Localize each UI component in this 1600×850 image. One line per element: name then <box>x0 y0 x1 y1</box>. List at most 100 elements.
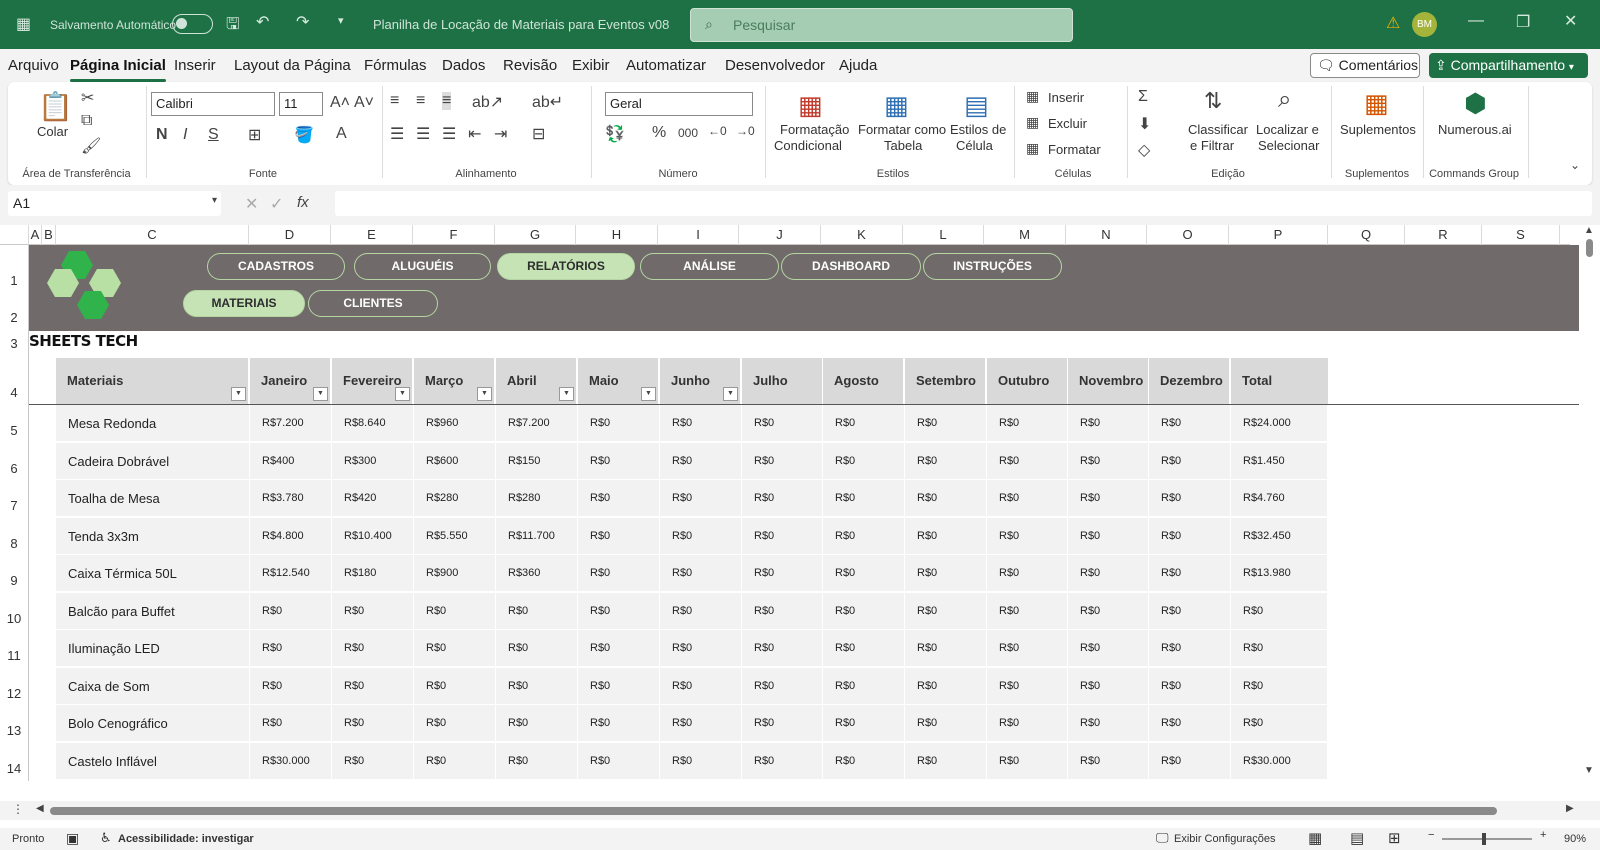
material-name-cell[interactable]: Bolo Cenográfico <box>56 705 250 742</box>
header-materiais[interactable]: Materiais ▼ <box>56 358 248 404</box>
row-header[interactable]: 1 <box>0 273 28 288</box>
amount-cell[interactable]: R$0 <box>905 442 987 480</box>
amount-cell[interactable]: R$0 <box>987 480 1068 517</box>
filter-dropdown-icon[interactable]: ▼ <box>723 387 738 401</box>
amount-cell[interactable]: R$0 <box>578 742 660 780</box>
paste-icon[interactable]: 📋 <box>38 90 73 123</box>
amount-cell[interactable]: R$0 <box>823 742 905 780</box>
amount-cell[interactable]: R$0 <box>742 592 823 630</box>
column-header[interactable]: L <box>903 225 984 245</box>
amount-cell[interactable]: R$400 <box>250 442 332 480</box>
align-center-icon[interactable]: ☰ <box>416 124 430 144</box>
sort-label-2[interactable]: e Filtrar <box>1190 138 1234 153</box>
amount-cell[interactable]: R$0 <box>742 555 823 592</box>
amount-cell[interactable]: R$0 <box>1231 667 1328 705</box>
amount-cell[interactable]: R$30.000 <box>1231 742 1328 780</box>
clear-icon[interactable]: ◇ <box>1138 140 1150 160</box>
amount-cell[interactable]: R$0 <box>905 592 987 630</box>
amount-cell[interactable]: R$0 <box>332 630 414 667</box>
font-color-icon[interactable]: A <box>336 125 347 143</box>
amount-cell[interactable]: R$0 <box>578 442 660 480</box>
filter-dropdown-icon[interactable]: ▼ <box>559 387 574 401</box>
amount-cell[interactable]: R$0 <box>987 442 1068 480</box>
find-label-2[interactable]: Selecionar <box>1258 138 1319 153</box>
amount-cell[interactable]: R$11.700 <box>496 517 578 555</box>
cancel-icon[interactable]: ✕ <box>245 194 258 214</box>
amount-cell[interactable]: R$0 <box>1068 742 1149 780</box>
numerous-icon[interactable]: ⬢ <box>1464 88 1487 119</box>
amount-cell[interactable]: R$0 <box>578 630 660 667</box>
filter-dropdown-icon[interactable]: ▼ <box>313 387 328 401</box>
header-maio[interactable]: Maio ▼ <box>578 358 658 404</box>
column-header[interactable]: A <box>29 225 42 245</box>
fill-color-icon[interactable]: 🪣 <box>294 125 314 145</box>
amount-cell[interactable]: R$32.450 <box>1231 517 1328 555</box>
delete-cells-icon[interactable]: ▦ <box>1026 114 1039 131</box>
amount-cell[interactable]: R$0 <box>823 667 905 705</box>
column-header[interactable]: N <box>1066 225 1147 245</box>
filter-dropdown-icon[interactable]: ▼ <box>641 387 656 401</box>
amount-cell[interactable]: R$0 <box>414 592 496 630</box>
nav-cadastros-button[interactable]: CADASTROS <box>207 253 345 280</box>
cell-styles-label-1[interactable]: Estilos de <box>950 122 1006 137</box>
amount-cell[interactable]: R$0 <box>987 742 1068 780</box>
header-janeiro[interactable]: Janeiro ▼ <box>250 358 330 404</box>
increase-decimal-icon[interactable]: ←0 <box>708 124 727 138</box>
tab-revisao[interactable]: Revisão <box>503 57 557 74</box>
header-junho[interactable]: Junho ▼ <box>660 358 740 404</box>
row-header[interactable]: 4 <box>0 385 28 400</box>
amount-cell[interactable]: R$0 <box>496 630 578 667</box>
column-header[interactable]: F <box>413 225 495 245</box>
row-header[interactable]: 12 <box>0 686 28 701</box>
amount-cell[interactable]: R$0 <box>1149 442 1231 480</box>
header-marco[interactable]: Março ▼ <box>414 358 494 404</box>
tab-formulas[interactable]: Fórmulas <box>364 57 427 74</box>
amount-cell[interactable]: R$0 <box>823 405 905 442</box>
format-as-table-icon[interactable]: ▦ <box>884 90 909 121</box>
borders-icon[interactable]: ⊞ <box>248 125 261 145</box>
amount-cell[interactable]: R$0 <box>1231 705 1328 742</box>
nav-alugueis-button[interactable]: ALUGUÉIS <box>354 253 491 280</box>
amount-cell[interactable]: R$0 <box>496 742 578 780</box>
select-all-corner[interactable] <box>0 225 29 245</box>
page-layout-view-icon[interactable]: ▤ <box>1350 829 1364 847</box>
autosum-icon[interactable]: Σ <box>1138 88 1148 106</box>
more-sheets-icon[interactable]: ⋮ <box>12 802 24 816</box>
amount-cell[interactable]: R$0 <box>578 705 660 742</box>
material-name-cell[interactable]: Caixa Térmica 50L <box>56 555 250 592</box>
macro-record-icon[interactable]: ▣ <box>66 830 79 847</box>
amount-cell[interactable]: R$0 <box>578 517 660 555</box>
scroll-down-icon[interactable]: ▼ <box>1584 765 1594 776</box>
amount-cell[interactable]: R$150 <box>496 442 578 480</box>
save-icon[interactable]: 🖫 <box>226 13 240 40</box>
decrease-decimal-icon[interactable]: →0 <box>736 124 755 138</box>
column-header[interactable]: C <box>56 225 249 245</box>
amount-cell[interactable]: R$0 <box>1149 705 1231 742</box>
amount-cell[interactable]: R$24.000 <box>1231 405 1328 442</box>
increase-font-icon[interactable]: A˄ <box>330 94 350 112</box>
amount-cell[interactable]: R$13.980 <box>1231 555 1328 592</box>
amount-cell[interactable]: R$0 <box>1149 405 1231 442</box>
formula-input[interactable] <box>335 191 1592 216</box>
merge-center-icon[interactable]: ⊟ <box>532 124 545 144</box>
insert-function-icon[interactable]: fx <box>297 194 309 211</box>
column-header[interactable]: E <box>331 225 413 245</box>
zoom-level[interactable]: 90% <box>1564 833 1586 845</box>
vertical-scroll-thumb[interactable] <box>1586 239 1593 257</box>
tab-arquivo[interactable]: Arquivo <box>8 57 59 74</box>
column-header[interactable]: J <box>739 225 821 245</box>
amount-cell[interactable]: R$0 <box>496 592 578 630</box>
amount-cell[interactable]: R$12.540 <box>250 555 332 592</box>
amount-cell[interactable]: R$0 <box>742 480 823 517</box>
display-settings-label[interactable]: Exibir Configurações <box>1174 833 1276 845</box>
amount-cell[interactable]: R$0 <box>332 742 414 780</box>
comma-style-icon[interactable]: 000 <box>678 126 698 140</box>
align-left-icon[interactable]: ☰ <box>390 124 404 144</box>
row-header[interactable]: 13 <box>0 723 28 738</box>
wrap-text-icon[interactable]: ab↵ <box>532 92 563 112</box>
amount-cell[interactable]: R$0 <box>660 442 742 480</box>
column-header[interactable]: I <box>658 225 739 245</box>
row-header[interactable]: 5 <box>0 423 28 438</box>
bold-icon[interactable]: N <box>156 126 168 144</box>
amount-cell[interactable]: R$0 <box>1068 555 1149 592</box>
